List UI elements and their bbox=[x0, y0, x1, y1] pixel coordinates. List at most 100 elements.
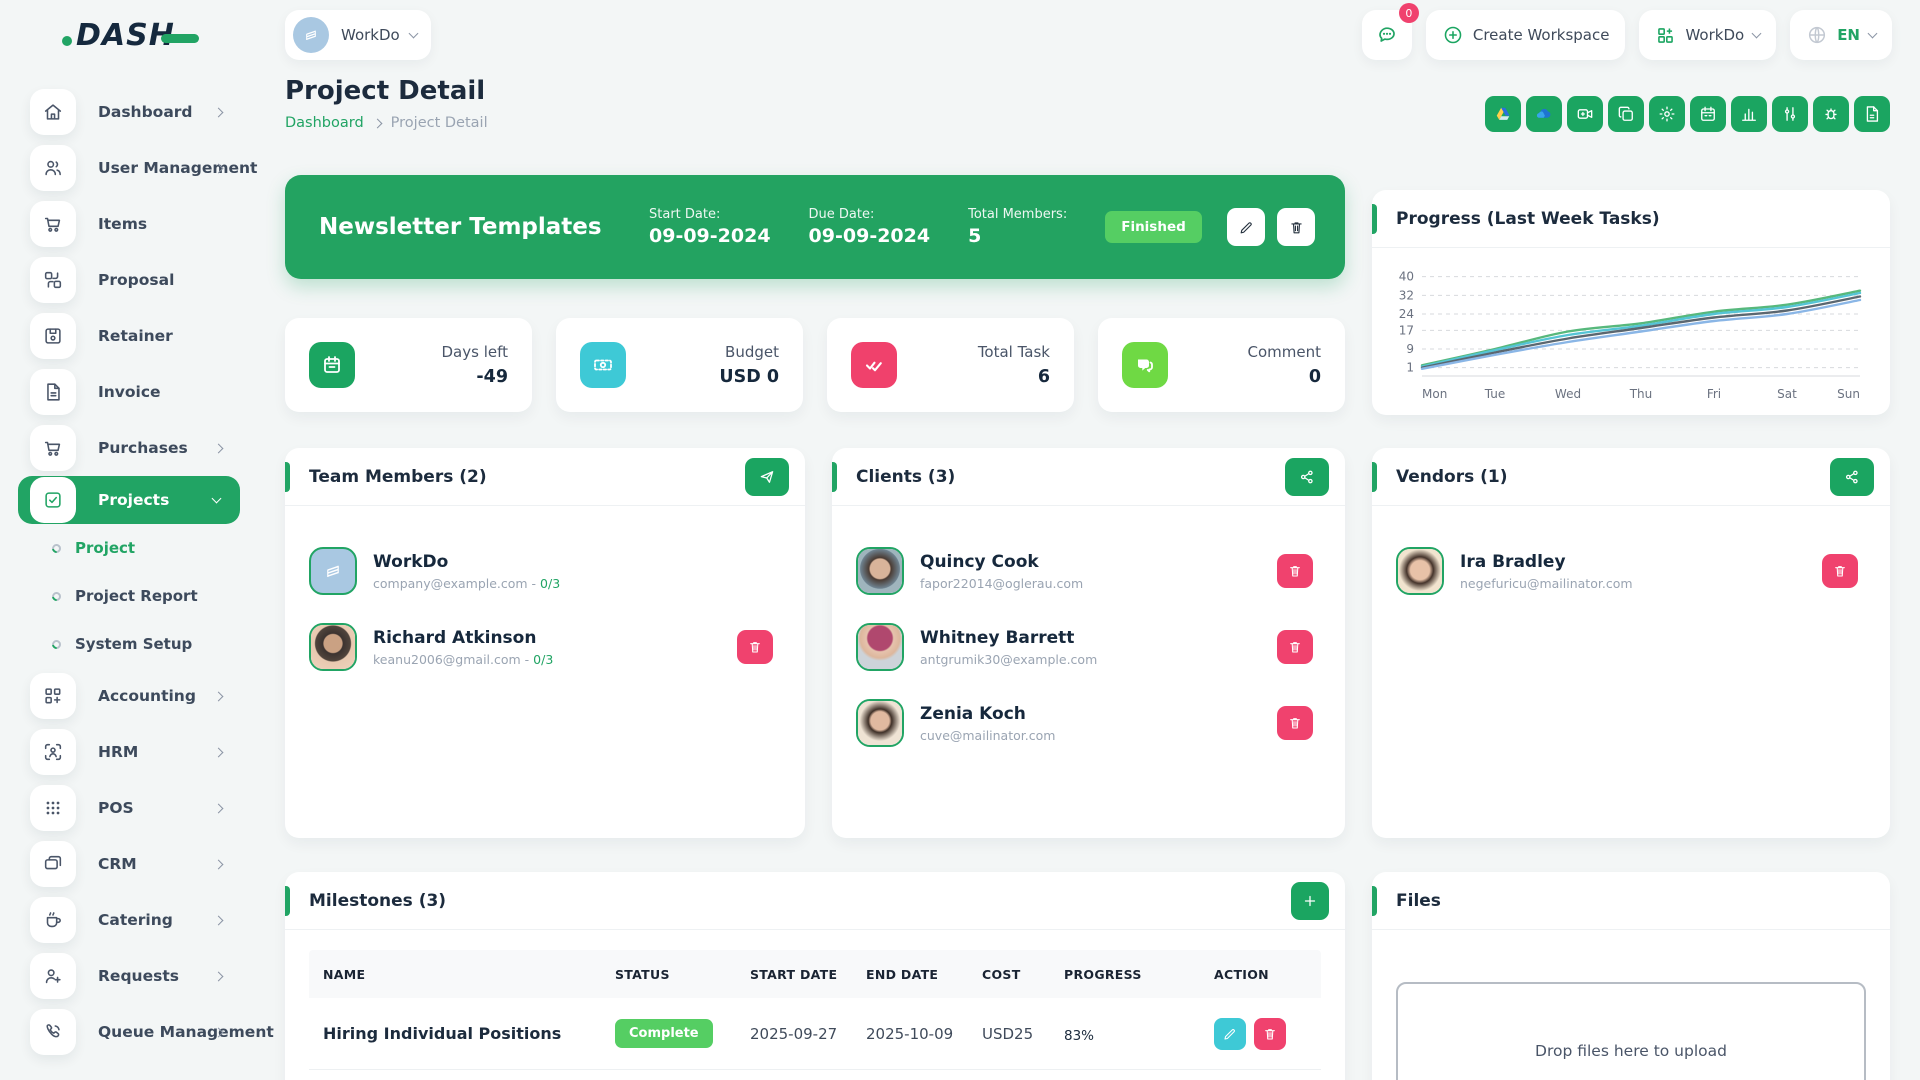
sidebar-item-purchases[interactable]: Purchases bbox=[0, 420, 258, 476]
workdo-menu-button[interactable]: WorkDo bbox=[1639, 10, 1776, 60]
workspace-switcher[interactable]: WorkDo bbox=[285, 10, 431, 60]
files-title: Files bbox=[1396, 891, 1441, 911]
breadcrumb-dashboard-link[interactable]: Dashboard bbox=[285, 115, 364, 131]
accent-bar bbox=[1372, 462, 1377, 492]
trash-icon bbox=[1288, 219, 1305, 236]
sidebar-item-user-management[interactable]: User Management bbox=[0, 140, 258, 196]
remove-client-button[interactable] bbox=[1277, 554, 1313, 588]
sidebar-item-accounting[interactable]: Accounting bbox=[0, 668, 258, 724]
sidebar-item-pos[interactable]: POS bbox=[0, 780, 258, 836]
remove-client-button[interactable] bbox=[1277, 706, 1313, 740]
file-dropzone[interactable]: Drop files here to upload bbox=[1396, 982, 1866, 1080]
sidebar-item-projects[interactable]: Projects bbox=[18, 476, 240, 524]
share-icon bbox=[1298, 468, 1316, 486]
chevron-down-icon bbox=[1752, 29, 1762, 39]
share-vendors-button[interactable] bbox=[1830, 458, 1874, 496]
grid-plus-icon bbox=[30, 673, 76, 719]
copy-button[interactable] bbox=[1608, 96, 1644, 132]
sidebar-item-catering[interactable]: Catering bbox=[0, 892, 258, 948]
share-clients-button[interactable] bbox=[1285, 458, 1329, 496]
sidebar-subitem-system-setup[interactable]: System Setup bbox=[0, 620, 258, 668]
milestone-row: Communication Updates Incomplete 2025-10… bbox=[309, 1070, 1321, 1080]
avatar bbox=[1396, 547, 1444, 595]
cart-icon bbox=[30, 425, 76, 471]
vendor-row: Ira Bradley negefuricu@mailinator.com bbox=[1396, 542, 1866, 600]
edit-milestone-button[interactable] bbox=[1214, 1018, 1246, 1050]
share-icon bbox=[1843, 468, 1861, 486]
avatar bbox=[856, 699, 904, 747]
progress-chart-card: Progress (Last Week Tasks) 4032241791Mon… bbox=[1372, 190, 1890, 415]
chart-title: Progress (Last Week Tasks) bbox=[1396, 209, 1660, 229]
banknote-icon bbox=[580, 342, 626, 388]
remove-member-button[interactable] bbox=[737, 630, 773, 664]
calendar-button[interactable] bbox=[1690, 96, 1726, 132]
chevron-right-icon bbox=[214, 971, 224, 981]
grid-plus-icon bbox=[1655, 25, 1676, 46]
trash-icon bbox=[1287, 563, 1303, 579]
meeting-button[interactable] bbox=[1567, 96, 1603, 132]
milestone-row: Hiring Individual Positions Complete 202… bbox=[309, 998, 1321, 1070]
vendor-email: negefuricu@mailinator.com bbox=[1460, 576, 1633, 591]
analytics-button[interactable] bbox=[1731, 96, 1767, 132]
project-banner: Newsletter Templates Start Date: 09-09-2… bbox=[285, 175, 1345, 279]
messenger-button[interactable]: 0 bbox=[1362, 10, 1412, 60]
pencil-icon bbox=[1238, 219, 1255, 236]
integration-toolbar bbox=[1485, 96, 1890, 132]
delete-project-button[interactable] bbox=[1277, 208, 1315, 246]
preferences-button[interactable] bbox=[1772, 96, 1808, 132]
invite-member-button[interactable] bbox=[745, 458, 789, 496]
google-drive-button[interactable] bbox=[1485, 96, 1521, 132]
person-plus-icon bbox=[30, 953, 76, 999]
sidebar-item-crm[interactable]: CRM bbox=[0, 836, 258, 892]
notes-button[interactable] bbox=[1854, 96, 1890, 132]
sidebar-item-items[interactable]: Items bbox=[0, 196, 258, 252]
sidebar-item-hrm[interactable]: HRM bbox=[0, 724, 258, 780]
dropzone-text: Drop files here to upload bbox=[1535, 1042, 1727, 1060]
phone-icon bbox=[30, 1009, 76, 1055]
remove-vendor-button[interactable] bbox=[1822, 554, 1858, 588]
edit-project-button[interactable] bbox=[1227, 208, 1265, 246]
create-workspace-button[interactable]: Create Workspace bbox=[1426, 10, 1626, 60]
trash-icon bbox=[1262, 1026, 1278, 1042]
member-row: Richard Atkinson keanu2006@gmail.com - 0… bbox=[309, 618, 781, 676]
settings-button[interactable] bbox=[1649, 96, 1685, 132]
sidebar-subitem-project[interactable]: Project bbox=[0, 524, 258, 572]
svg-text:Fri: Fri bbox=[1707, 387, 1721, 401]
accent-bar bbox=[832, 462, 837, 492]
language-code: EN bbox=[1837, 26, 1860, 44]
bug-report-button[interactable] bbox=[1813, 96, 1849, 132]
calendar-icon bbox=[1698, 104, 1718, 124]
milestone-name: Hiring Individual Positions bbox=[309, 1024, 601, 1043]
trash-icon bbox=[1287, 715, 1303, 731]
sidebar-item-retainer[interactable]: Retainer bbox=[0, 308, 258, 364]
svg-text:40: 40 bbox=[1399, 270, 1414, 284]
sidebar-subitem-project-report[interactable]: Project Report bbox=[0, 572, 258, 620]
logo-dot bbox=[62, 36, 72, 46]
svg-text:Wed: Wed bbox=[1555, 387, 1581, 401]
delete-milestone-button[interactable] bbox=[1254, 1018, 1286, 1050]
video-camera-icon bbox=[1575, 104, 1595, 124]
remove-client-button[interactable] bbox=[1277, 630, 1313, 664]
avatar bbox=[309, 547, 357, 595]
workspace-name: WorkDo bbox=[341, 26, 400, 44]
sidebar-item-proposal[interactable]: Proposal bbox=[0, 252, 258, 308]
chat-count-badge: 0 bbox=[1399, 3, 1419, 23]
client-name: Zenia Koch bbox=[920, 704, 1055, 724]
client-name: Whitney Barrett bbox=[920, 628, 1097, 648]
sliders-icon bbox=[1780, 104, 1800, 124]
svg-text:Thu: Thu bbox=[1629, 387, 1653, 401]
member-quota: 0/3 bbox=[540, 576, 560, 591]
document-icon bbox=[30, 369, 76, 415]
svg-text:17: 17 bbox=[1399, 323, 1414, 337]
sidebar-item-queue-management[interactable]: Queue Management bbox=[0, 1004, 258, 1060]
chevron-right-icon bbox=[214, 443, 224, 453]
sidebar-item-dashboard[interactable]: Dashboard bbox=[0, 84, 258, 140]
sidebar-item-invoice[interactable]: Invoice bbox=[0, 364, 258, 420]
project-name: Newsletter Templates bbox=[319, 214, 649, 240]
add-milestone-button[interactable] bbox=[1291, 882, 1329, 920]
onedrive-button[interactable] bbox=[1526, 96, 1562, 132]
google-drive-icon bbox=[1493, 104, 1513, 124]
language-selector[interactable]: EN bbox=[1790, 10, 1892, 60]
clients-title: Clients (3) bbox=[856, 467, 955, 487]
sidebar-item-requests[interactable]: Requests bbox=[0, 948, 258, 1004]
